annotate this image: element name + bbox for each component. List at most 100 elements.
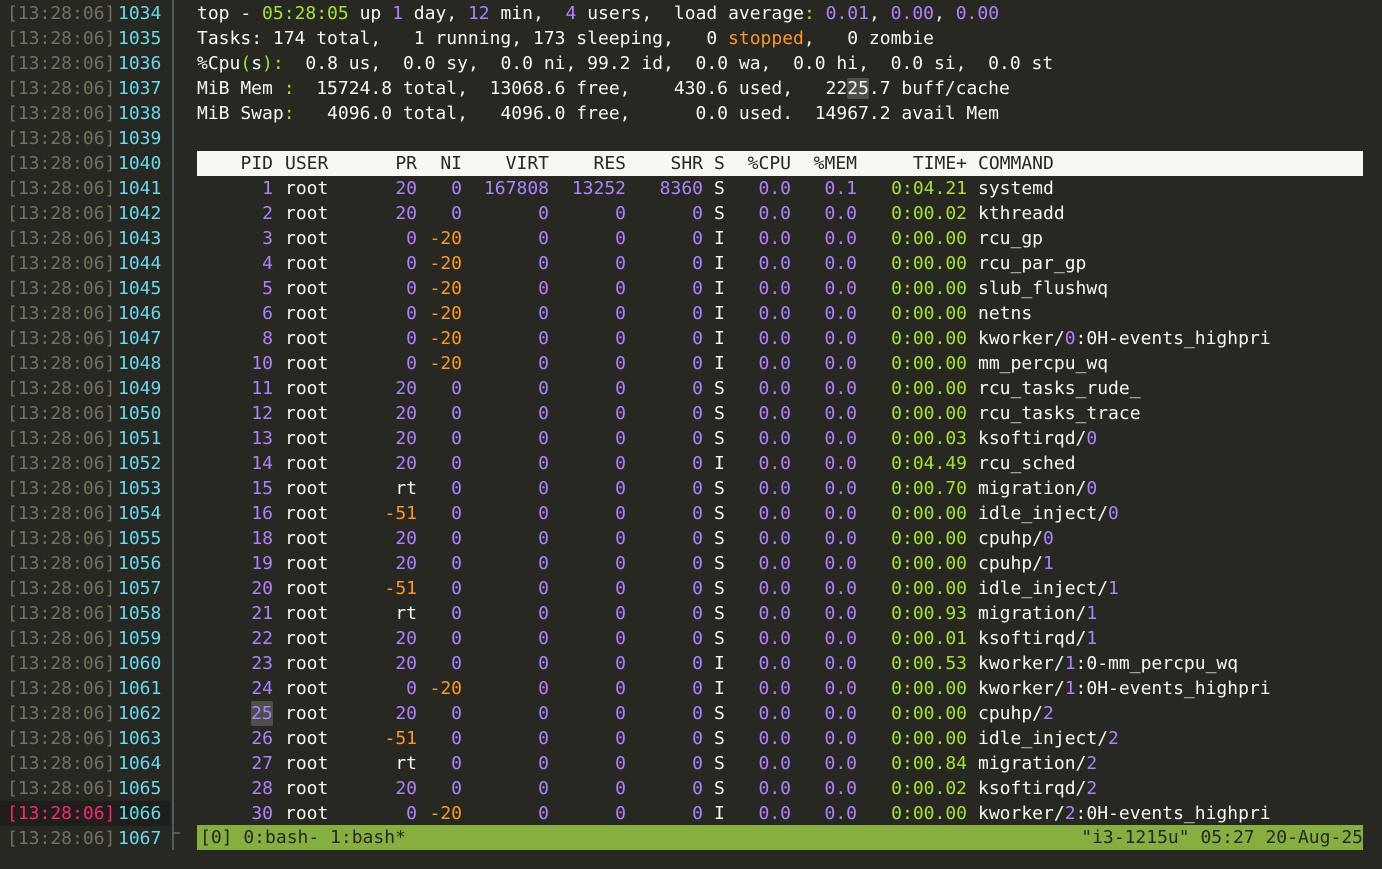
cell-shr: 0 [692,203,703,224]
col-ni[interactable]: NI [422,151,462,176]
process-row[interactable]: 5 root 0 -20 0 0 0 I 0.0 0.0 0:00.00 slub_flushwq [0,276,1382,301]
process-row[interactable]: 1 root 20 0 167808 13252 8360 S 0.0 0.1 0:04.21 sys… [0,176,1382,201]
cell-pr: rt [395,753,417,774]
cell-ni: 0 [451,578,462,599]
col-user[interactable]: USER [285,151,328,176]
cell-cpu: 0.0 [758,353,791,374]
cpu-s: s [251,53,263,74]
cmd-number: 1 [1086,603,1098,624]
cell-mem: 0.0 [824,728,857,749]
terminal-screen[interactable]: [13:28:06] 1067 [13:28:06] 1066 [13:28:06] 10… [0,0,1382,869]
cell-shr: 0 [692,403,703,424]
cell-pr: 0 [406,328,417,349]
col-command[interactable]: COMMAND [978,151,1054,176]
cell-mem: 0.0 [824,653,857,674]
col-mem[interactable]: %MEM [803,151,857,176]
process-row[interactable]: 19 root 20 0 0 0 0 S 0.0 0.0 0:00.00 cpuhp/1 [0,551,1382,576]
col-res[interactable]: RES [552,151,626,176]
cell-virt: 0 [538,678,549,699]
cell-shr: 0 [692,503,703,524]
cell-s: I [714,653,725,674]
process-row[interactable]: 24 root 0 -20 0 0 0 I 0.0 0.0 0:00.00 kworker/1:0H-… [0,676,1382,701]
cell-mem: 0.0 [824,253,857,274]
col-virt[interactable]: VIRT [467,151,549,176]
process-row[interactable]: 16 root -51 0 0 0 0 S 0.0 0.0 0:00.00 idle_inject/0 [0,501,1382,526]
cell-time: 0:00.00 [891,803,967,824]
cell-s: S [714,403,725,424]
cell-virt: 0 [538,303,549,324]
cell-virt: 0 [538,378,549,399]
process-row[interactable]: 20 root -51 0 0 0 0 S 0.0 0.0 0:00.00 idle_inject/1 [0,576,1382,601]
cell-ni: 0 [451,753,462,774]
cell-s: S [714,478,725,499]
process-row[interactable]: 3 root 0 -20 0 0 0 I 0.0 0.0 0:00.00 rcu_gp [0,226,1382,251]
cell-ni: -20 [429,303,462,324]
header-row: PID USER PR NI VIRT RES SHR S %CPU %MEM … [197,151,1363,176]
process-row[interactable]: 14 root 20 0 0 0 0 I 0.0 0.0 0:04.49 rcu_sched [0,451,1382,476]
process-row[interactable]: 18 root 20 0 0 0 0 S 0.0 0.0 0:00.00 cpuhp/0 [0,526,1382,551]
process-row[interactable]: 4 root 0 -20 0 0 0 I 0.0 0.0 0:00.00 rcu_par_gp [0,251,1382,276]
cell-user: root [285,453,329,474]
process-row[interactable]: 15 root rt 0 0 0 0 S 0.0 0.0 0:00.70 migration/0 [0,476,1382,501]
col-pr[interactable]: PR [377,151,417,176]
cell-pid: 3 [262,228,273,249]
cell-pr: 0 [406,253,417,274]
process-row[interactable]: 22 root 20 0 0 0 0 S 0.0 0.0 0:00.01 ksoftirqd/1 [0,626,1382,651]
process-row-content: 27 root rt 0 0 0 0 S 0.0 0.0 0:00.84 migration/2 [197,751,1363,776]
summary-mem-line: MiB Mem : 15724.8 total, 13068.6 free, 4… [0,76,1382,101]
process-row[interactable]: 13 root 20 0 0 0 0 S 0.0 0.0 0:00.03 ksoftirqd/0 [0,426,1382,451]
cmd-text: ksoftirqd/ [978,628,1087,649]
cell-cpu: 0.0 [758,453,791,474]
cell-time: 0:00.01 [891,628,967,649]
col-cpu[interactable]: %CPU [737,151,791,176]
cell-ni: 0 [451,203,462,224]
process-row[interactable]: 28 root 20 0 0 0 0 S 0.0 0.0 0:00.02 ksoftirqd/2 [0,776,1382,801]
cell-pid: 5 [262,278,273,299]
cell-pid: 19 [251,553,273,574]
process-row[interactable]: 26 root -51 0 0 0 0 S 0.0 0.0 0:00.00 idle_inject/2 [0,726,1382,751]
cell-shr: 0 [692,603,703,624]
cell-pr: 20 [395,178,417,199]
process-row[interactable]: 10 root 0 -20 0 0 0 I 0.0 0.0 0:00.00 mm_percpu_wq [0,351,1382,376]
process-row-content: 28 root 20 0 0 0 0 S 0.0 0.0 0:00.02 ksoftirqd/2 [197,776,1363,801]
cell-s: S [714,753,725,774]
cell-pid: 16 [251,503,273,524]
col-pid[interactable]: PID [197,151,273,176]
process-row[interactable]: 30 root 0 -20 0 0 0 I 0.0 0.0 0:00.00 kworker/2:0H-… [0,801,1382,826]
cell-pid: 14 [251,453,273,474]
cell-shr: 0 [692,753,703,774]
cell-time: 0:00.03 [891,428,967,449]
process-row[interactable]: 27 root rt 0 0 0 0 S 0.0 0.0 0:00.84 migration/2 [0,751,1382,776]
cell-time: 0:00.00 [891,703,967,724]
mem-values-2: .7 buff/cache [868,78,1010,99]
tmux-window-list[interactable]: [0] 0:bash- 1:bash* [200,825,406,850]
process-row[interactable]: 23 root 20 0 0 0 0 I 0.0 0.0 0:00.53 kworker/1:0-mm… [0,651,1382,676]
cell-time: 0:00.93 [891,603,967,624]
cmd-text: idle_inject/ [978,728,1109,749]
process-row[interactable]: 6 root 0 -20 0 0 0 I 0.0 0.0 0:00.00 netns [0,301,1382,326]
process-row[interactable]: 12 root 20 0 0 0 0 S 0.0 0.0 0:00.00 rcu_tasks_trac… [0,401,1382,426]
cell-s: I [714,228,725,249]
process-row-content: 15 root rt 0 0 0 0 S 0.0 0.0 0:00.70 migration/0 [197,476,1363,501]
process-row[interactable]: 25 root 20 0 0 0 0 S 0.0 0.0 0:00.00 cpuhp/2 [0,701,1382,726]
col-shr[interactable]: SHR [629,151,703,176]
cmd-text: idle_inject/ [978,503,1109,524]
process-row[interactable]: 21 root rt 0 0 0 0 S 0.0 0.0 0:00.93 migration/1 [0,601,1382,626]
process-row[interactable]: 8 root 0 -20 0 0 0 I 0.0 0.0 0:00.00 kworker/0:0H-e… [0,326,1382,351]
mem-label: MiB Mem [197,78,284,99]
process-row-content: 3 root 0 -20 0 0 0 I 0.0 0.0 0:00.00 rcu_gp [197,226,1363,251]
cell-ni: 0 [451,403,462,424]
cell-s: S [714,728,725,749]
cell-ni: -20 [429,253,462,274]
cell-cpu: 0.0 [758,428,791,449]
col-state[interactable]: S [714,151,725,176]
process-row[interactable]: 11 root 20 0 0 0 0 S 0.0 0.0 0:00.00 rcu_tasks_rude… [0,376,1382,401]
cell-shr: 0 [692,778,703,799]
cell-res: 0 [615,703,626,724]
cell-s: I [714,353,725,374]
col-time[interactable]: TIME+ [867,151,967,176]
cell-s: S [714,528,725,549]
zombie-count: , 0 zombie [803,28,934,49]
process-row[interactable]: 2 root 20 0 0 0 0 S 0.0 0.0 0:00.02 kthreadd [0,201,1382,226]
uptime-days: 1 [392,3,403,24]
